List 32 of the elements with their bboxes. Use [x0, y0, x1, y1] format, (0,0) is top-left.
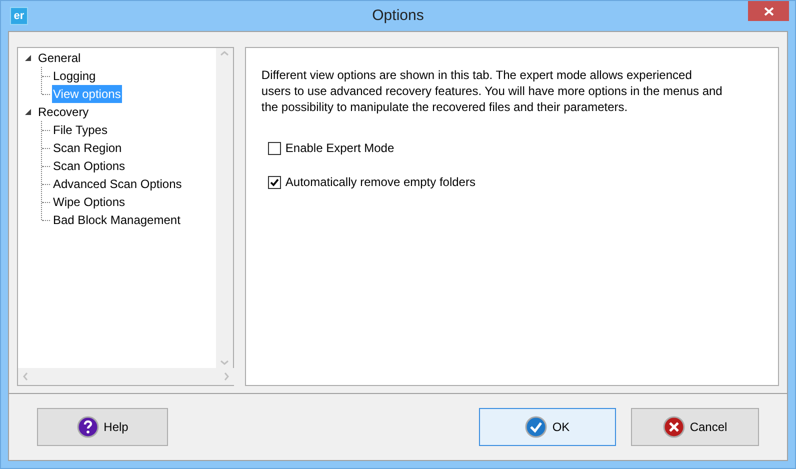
tree-item[interactable]: General [37, 49, 82, 67]
scroll-down-icon [220, 360, 230, 365]
checkbox-label[interactable]: Enable Expert Mode [285, 139, 394, 157]
tree-item[interactable]: Logging [52, 67, 97, 85]
help-icon [76, 416, 99, 438]
window-title: Options [372, 6, 424, 26]
vertical-scrollbar[interactable] [216, 48, 234, 368]
dialog-button[interactable]: Help [37, 408, 168, 446]
cancel-icon [662, 416, 685, 438]
expanded-arrow-icon[interactable] [25, 109, 31, 115]
tree-item[interactable]: Scan Options [52, 157, 126, 175]
expanded-arrow-icon[interactable] [25, 55, 31, 61]
checkbox[interactable] [268, 142, 282, 154]
tree-item[interactable]: Recovery [37, 103, 90, 121]
scroll-up-icon [220, 51, 230, 56]
check-icon [525, 416, 548, 438]
app-icon: er [10, 7, 28, 25]
tree-item[interactable]: Scan Region [52, 139, 123, 157]
scroll-right-icon [224, 372, 229, 381]
scroll-left-icon [23, 372, 28, 381]
checkbox[interactable] [268, 176, 282, 188]
checkbox-label[interactable]: Automatically remove empty folders [285, 173, 476, 191]
description-text: Different view options are shown in this tab. The expert mode allows experienced users to use advanced recovery features. You will have more options in the menus and the possibility to manipulate the recovered files and their parameters. [261, 67, 724, 115]
horizontal-scrollbar[interactable] [18, 368, 234, 385]
dialog-button[interactable]: OK [479, 408, 616, 446]
dialog-button[interactable]: Cancel [631, 408, 759, 446]
tree-item[interactable]: Wipe Options [52, 193, 126, 211]
tree-item[interactable]: File Types [52, 121, 108, 139]
tree-item[interactable]: Bad Block Management [52, 211, 182, 229]
tree-item[interactable]: Advanced Scan Options [52, 175, 183, 193]
close-button[interactable] [748, 1, 789, 21]
close-icon [764, 6, 774, 16]
